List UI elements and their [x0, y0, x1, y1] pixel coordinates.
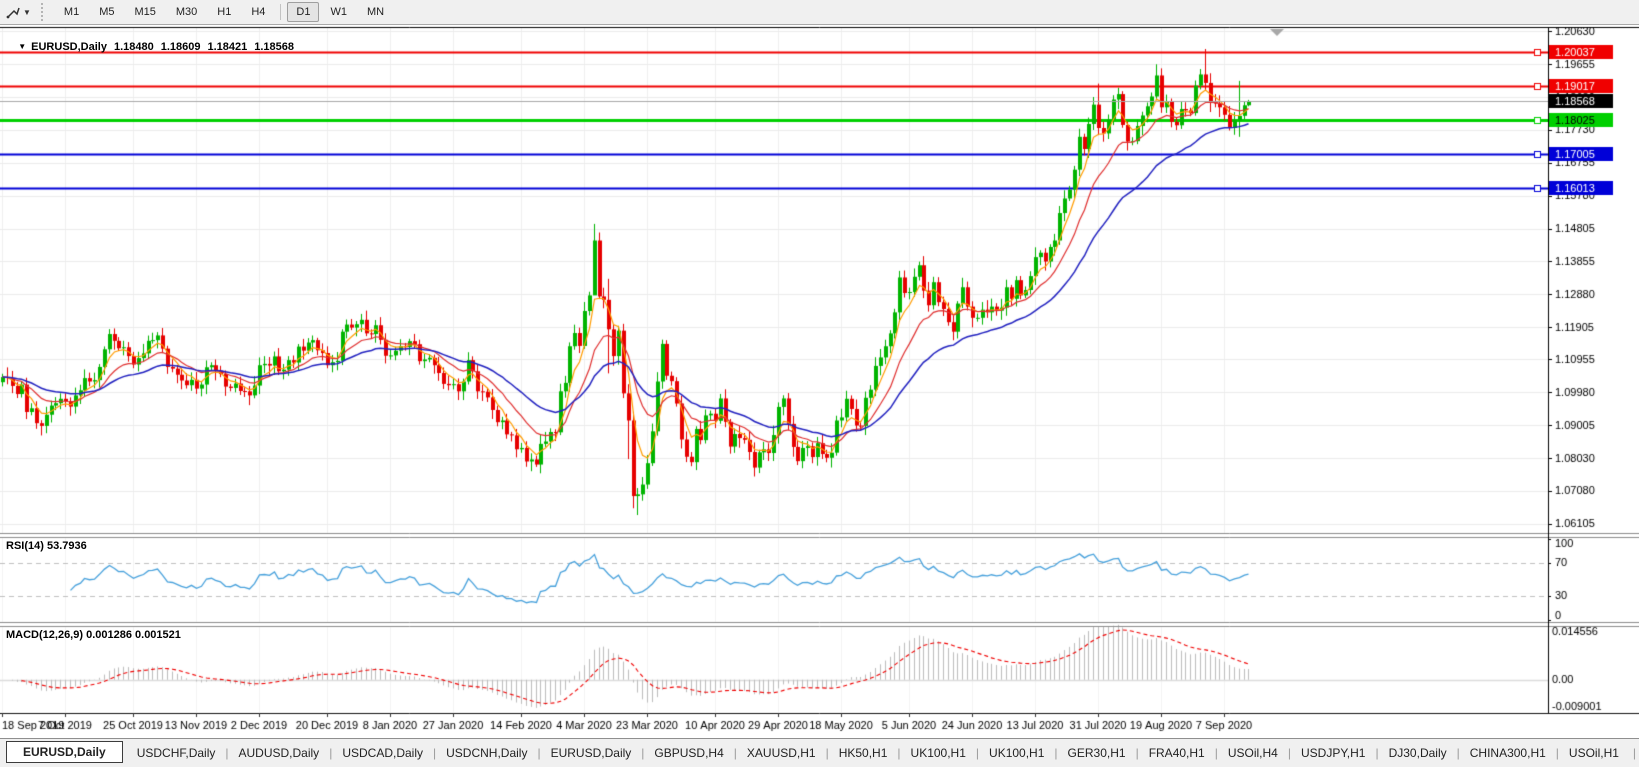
toolbar-divider — [280, 4, 282, 20]
timeframe-buttons: M1 M5 M15 M30 H1 H4 D1 W1 MN — [54, 0, 394, 25]
ohlc-high: 1.18609 — [160, 41, 201, 53]
chart-tab-2[interactable]: AUDUSD,Daily — [229, 743, 330, 763]
chart-tab-11[interactable]: GER30,H1 — [1058, 743, 1136, 763]
chart-tab-3[interactable]: USDCAD,Daily — [332, 743, 433, 763]
timeframe-button-h4[interactable]: H4 — [242, 2, 274, 22]
toolbar-grip-handle[interactable] — [40, 3, 50, 21]
chart-tab-4[interactable]: USDCNH,Daily — [436, 743, 537, 763]
ohlc-close: 1.18568 — [254, 41, 295, 53]
chart-tab-16[interactable]: CHINA300,H1 — [1460, 743, 1556, 763]
ohlc-open: 1.18480 — [113, 41, 154, 53]
timeframe-button-h1[interactable]: H1 — [208, 2, 240, 22]
toolbar-tool-button[interactable]: ▼ — [2, 3, 35, 21]
timeframe-button-m30[interactable]: M30 — [167, 2, 206, 22]
chart-tabs: EURUSD,Daily USDCHF,Daily | AUDUSD,Daily | US… — [6, 740, 1629, 763]
chart-tab-12[interactable]: FRA40,H1 — [1139, 743, 1215, 763]
tab-separator: | — [1632, 746, 1637, 760]
timeframe-button-m1[interactable]: M1 — [55, 2, 88, 22]
price-chart-canvas[interactable] — [0, 25, 1639, 738]
terminal-window: ▼ M1 M5 M15 M30 H1 H4 D1 W1 MN ▼ EURUSD,Daily 1.18… — [0, 0, 1639, 767]
tab-scroll-arrows: | ◄ ► — [1633, 746, 1639, 760]
rsi-indicator-label: RSI(14) 53.7936 — [6, 540, 87, 552]
macd-indicator-label: MACD(12,26,9) 0.001286 0.001521 — [6, 629, 181, 641]
dropdown-caret-icon: ▼ — [23, 7, 31, 17]
ohlc-low: 1.18421 — [207, 41, 248, 53]
chart-tab-7[interactable]: XAUUSD,H1 — [737, 743, 826, 763]
chart-symbol: EURUSD,Daily — [31, 41, 107, 53]
chart-tab-14[interactable]: USDJPY,H1 — [1291, 743, 1375, 763]
chart-tab-8[interactable]: HK50,H1 — [829, 743, 898, 763]
timeframe-toolbar: ▼ M1 M5 M15 M30 H1 H4 D1 W1 MN — [0, 0, 1639, 25]
chart-title-line: ▼ EURUSD,Daily 1.18480 1.18609 1.18421 1.1856… — [6, 29, 294, 65]
timeframe-button-m15[interactable]: M15 — [125, 2, 164, 22]
chart-tab-0[interactable]: EURUSD,Daily — [6, 740, 123, 763]
chart-tab-15[interactable]: DJ30,Daily — [1379, 743, 1457, 763]
chart-tab-bar: EURUSD,Daily USDCHF,Daily | AUDUSD,Daily | US… — [0, 738, 1639, 767]
chart-tab-13[interactable]: USOil,H4 — [1218, 743, 1288, 763]
symbol-collapse-icon[interactable]: ▼ — [18, 42, 26, 51]
chart-tab-1[interactable]: USDCHF,Daily — [127, 743, 226, 763]
chart-tab-5[interactable]: EURUSD,Daily — [541, 743, 642, 763]
chart-tab-10[interactable]: UK100,H1 — [979, 743, 1054, 763]
chart-tab-9[interactable]: UK100,H1 — [901, 743, 976, 763]
timeframe-button-m5[interactable]: M5 — [90, 2, 123, 22]
timeframe-button-d1[interactable]: D1 — [287, 2, 320, 22]
chart-tab-6[interactable]: GBPUSD,H4 — [644, 743, 733, 763]
chart-tool-icon — [6, 7, 20, 19]
timeframe-button-mn[interactable]: MN — [358, 2, 393, 22]
chart-tab-17[interactable]: USOil,H1 — [1559, 743, 1629, 763]
timeframe-button-w1[interactable]: W1 — [321, 2, 356, 22]
